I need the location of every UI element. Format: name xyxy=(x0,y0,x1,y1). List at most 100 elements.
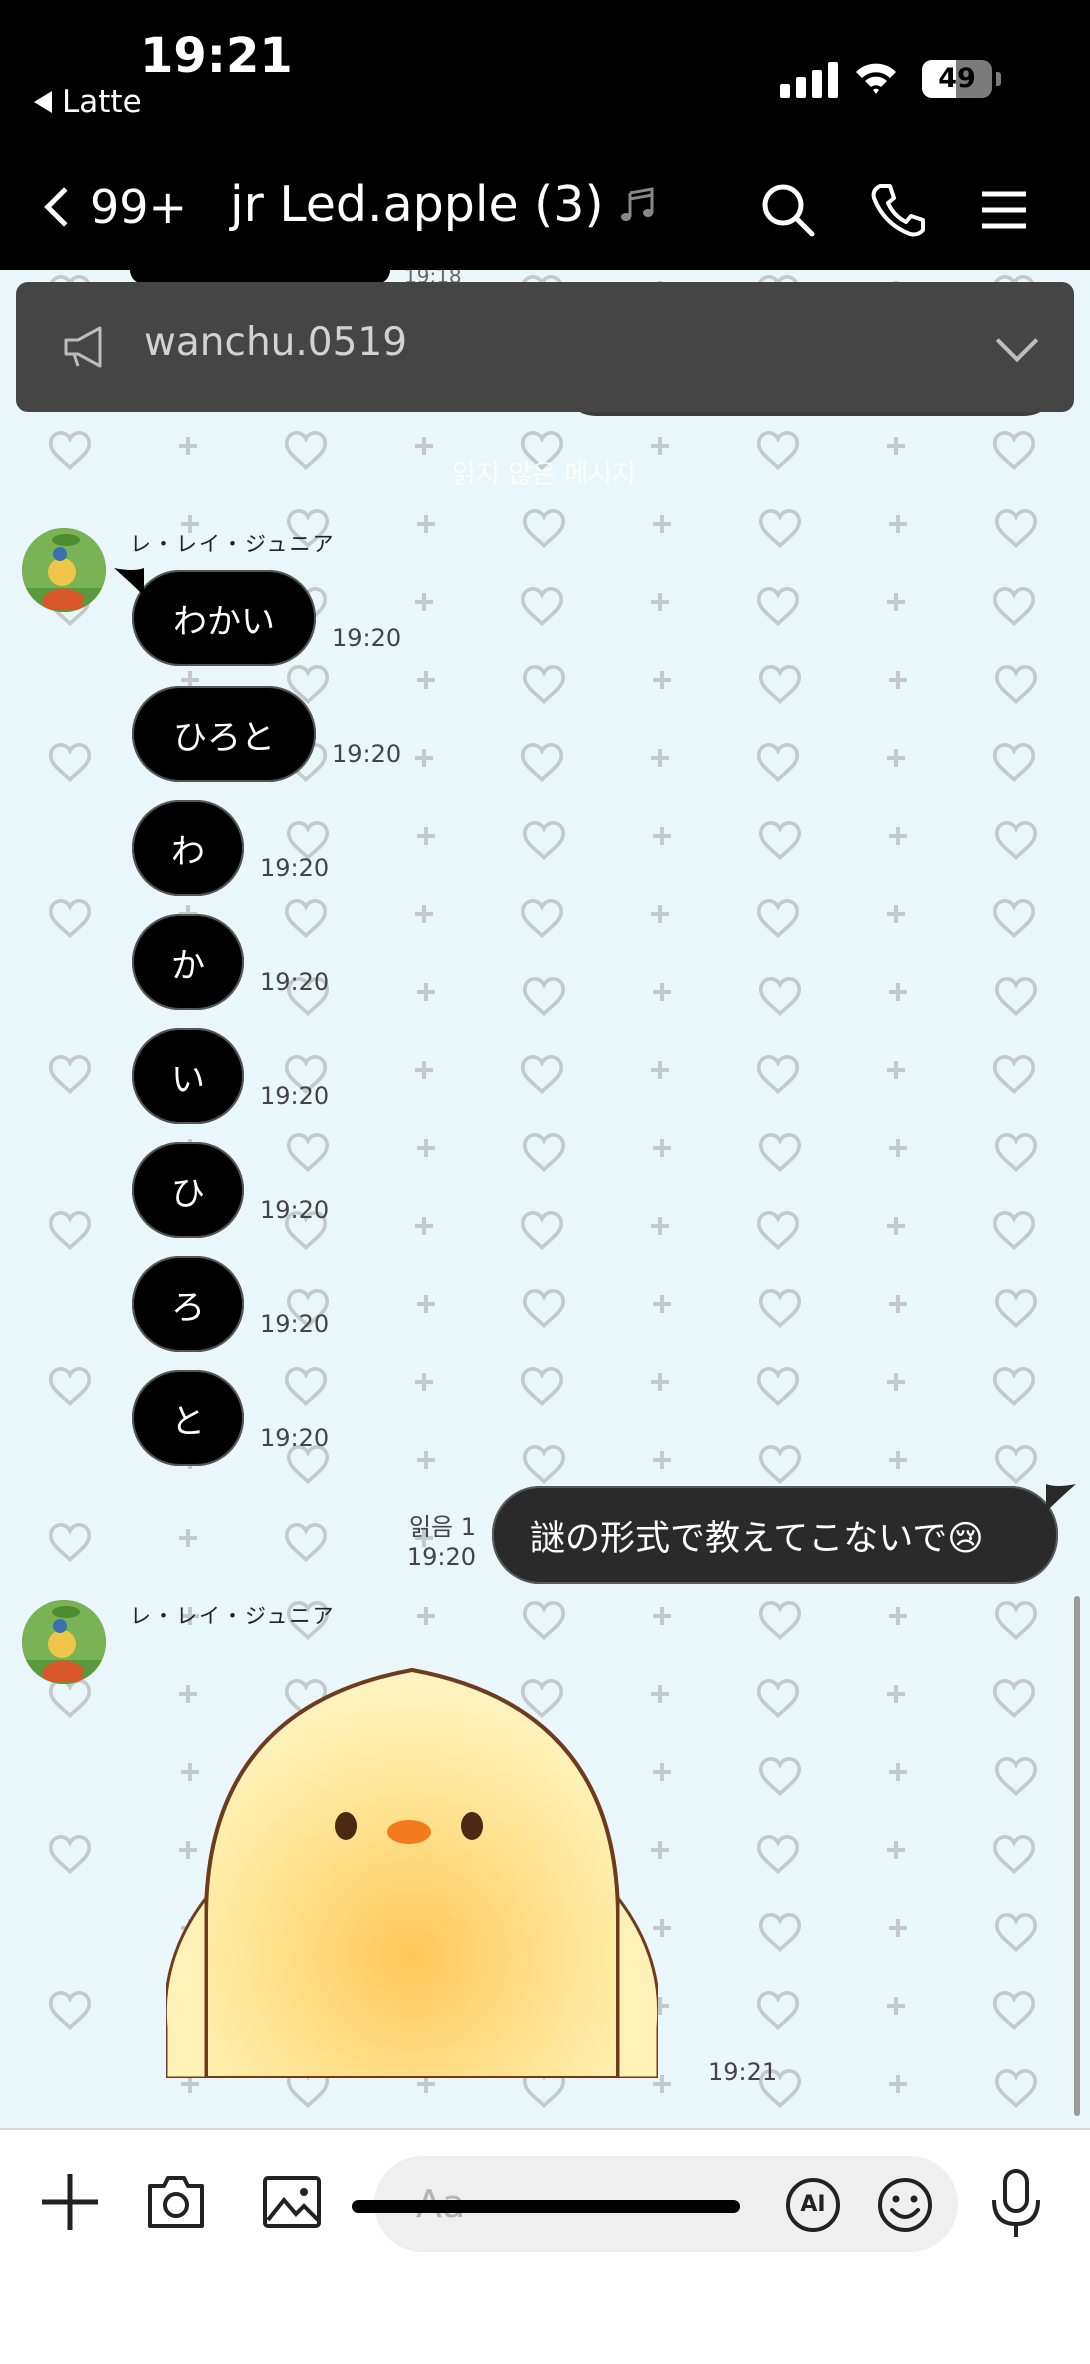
pattern-heart xyxy=(756,587,800,627)
pattern-plus xyxy=(887,1373,905,1391)
message-bubble[interactable]: わ xyxy=(132,800,244,896)
back-to-app-link[interactable]: Latte xyxy=(34,84,142,120)
pattern-heart xyxy=(758,977,802,1017)
pattern-plus xyxy=(889,515,907,533)
pattern-heart xyxy=(758,821,802,861)
pattern-heart xyxy=(756,899,800,939)
pattern-heart xyxy=(994,1289,1038,1329)
pattern-plus xyxy=(417,1607,435,1625)
unread-divider-text: 읽지 않은 메시지 xyxy=(452,460,636,490)
pattern-plus xyxy=(889,671,907,689)
pattern-heart xyxy=(286,821,330,861)
bubble-tail xyxy=(1046,1484,1076,1512)
pattern-heart xyxy=(756,1211,800,1251)
music-note-icon xyxy=(620,186,654,221)
pattern-plus xyxy=(417,983,435,1001)
menu-icon[interactable] xyxy=(974,180,1034,240)
chat-title[interactable]: jr Led.apple (3) xyxy=(230,176,658,233)
message-text: か xyxy=(171,945,205,986)
message-bubble[interactable]: ひ xyxy=(132,1142,244,1238)
pattern-heart xyxy=(994,1601,1038,1641)
pattern-heart xyxy=(992,1991,1036,2031)
pattern-heart xyxy=(522,977,566,1017)
pattern-plus xyxy=(887,1997,905,2015)
ai-button[interactable]: AI xyxy=(786,2178,840,2232)
pattern-heart xyxy=(522,1445,566,1485)
emoji-icon[interactable] xyxy=(876,2176,934,2234)
pattern-plus xyxy=(651,905,669,923)
pattern-heart xyxy=(992,1055,1036,1095)
message-bubble[interactable]: か xyxy=(132,914,244,1010)
back-triangle-icon xyxy=(34,91,52,113)
pattern-plus xyxy=(889,1451,907,1469)
pattern-plus xyxy=(887,905,905,923)
chevron-left-icon xyxy=(44,187,84,227)
avatar[interactable] xyxy=(22,1600,106,1684)
pattern-heart xyxy=(520,1055,564,1095)
pattern-plus xyxy=(417,827,435,845)
back-button[interactable]: 99+ xyxy=(36,180,187,234)
message-input-bar: AI xyxy=(0,2128,1090,2364)
phone-icon[interactable] xyxy=(868,180,928,240)
pattern-plus xyxy=(653,671,671,689)
message-bubble[interactable]: ろ xyxy=(132,1256,244,1352)
message-time: 19:20 xyxy=(332,740,402,768)
sender-name: レ・レイ・ジュニア xyxy=(130,532,336,556)
chat-area[interactable]: 19:18 읽지 않은 메시지 レ・レイ・ジュニア わかい 19:20 ひろと … xyxy=(0,270,1090,2128)
unread-divider: 읽지 않은 메시지 xyxy=(0,438,1090,498)
own-message-bubble[interactable]: 謎の形式で教えてこないで😢 xyxy=(492,1484,1076,1584)
pattern-heart xyxy=(48,1367,92,1407)
pattern-plus xyxy=(417,1451,435,1469)
pattern-heart xyxy=(48,1211,92,1251)
pattern-plus xyxy=(889,827,907,845)
pattern-heart xyxy=(992,1367,1036,1407)
microphone-icon[interactable] xyxy=(988,2168,1044,2240)
pattern-plus xyxy=(889,983,907,1001)
pattern-plus xyxy=(653,827,671,845)
pattern-plus xyxy=(417,671,435,689)
pattern-plus xyxy=(889,1295,907,1313)
pattern-heart xyxy=(994,1133,1038,1173)
message-time: 19:20 xyxy=(260,1310,330,1338)
chat-title-text: jr Led.apple (3) xyxy=(230,176,604,233)
pattern-plus xyxy=(415,749,433,767)
message-bubble[interactable]: い xyxy=(132,1028,244,1124)
pattern-heart xyxy=(756,1991,800,2031)
pattern-heart xyxy=(286,1133,330,1173)
pattern-plus xyxy=(415,593,433,611)
pattern-heart xyxy=(284,899,328,939)
pattern-plus xyxy=(651,1217,669,1235)
avatar-image xyxy=(22,1600,106,1684)
chevron-down-icon[interactable] xyxy=(995,319,1039,363)
scrollbar[interactable] xyxy=(1074,1596,1080,2116)
pattern-heart xyxy=(994,665,1038,705)
pattern-heart xyxy=(994,1913,1038,1953)
pattern-heart xyxy=(756,1835,800,1875)
pattern-heart xyxy=(522,821,566,861)
image-icon[interactable] xyxy=(260,2170,324,2234)
plus-icon[interactable] xyxy=(38,2170,102,2234)
message-time: 19:20 xyxy=(260,1196,330,1224)
pattern-plus xyxy=(653,515,671,533)
home-indicator[interactable] xyxy=(352,2200,740,2213)
pattern-heart xyxy=(758,509,802,549)
pattern-plus xyxy=(415,1373,433,1391)
pattern-plus xyxy=(887,1841,905,1859)
message-text: と xyxy=(171,1401,205,1442)
message-bubble[interactable]: ひろと xyxy=(132,686,316,782)
message-bubble[interactable]: わかい xyxy=(114,568,316,666)
pattern-plus xyxy=(889,1139,907,1157)
pattern-heart xyxy=(286,1445,330,1485)
message-bubble[interactable]: と xyxy=(132,1370,244,1466)
pattern-heart xyxy=(994,821,1038,861)
announcement-bar[interactable]: wanchu.0519 xyxy=(16,282,1074,412)
chick-sticker[interactable] xyxy=(166,1668,658,2078)
pattern-heart xyxy=(758,1289,802,1329)
pattern-heart xyxy=(994,2069,1038,2109)
announcement-text: wanchu.0519 xyxy=(144,320,408,365)
avatar[interactable] xyxy=(22,528,106,612)
message-text: い xyxy=(171,1059,205,1100)
camera-icon[interactable] xyxy=(144,2170,208,2234)
search-icon[interactable] xyxy=(758,180,818,240)
read-count: 읽음 1 xyxy=(408,1513,476,1541)
